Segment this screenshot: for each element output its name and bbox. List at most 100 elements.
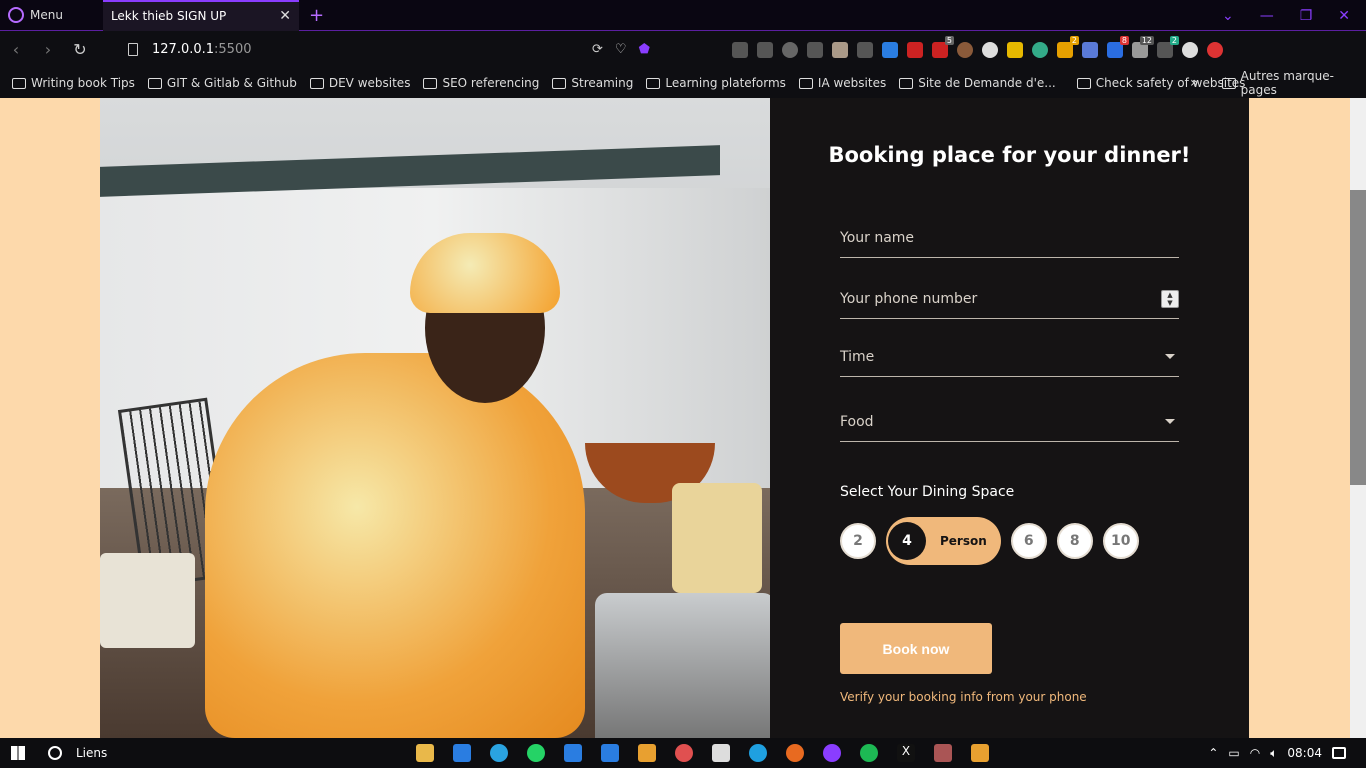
spotify-icon[interactable] xyxy=(860,744,878,762)
download-icon[interactable] xyxy=(757,41,773,58)
folder-icon xyxy=(309,77,324,89)
phone-input[interactable] xyxy=(840,290,1140,307)
file-explorer-icon[interactable] xyxy=(416,744,434,762)
bookmark-folder[interactable]: GIT & Gitlab & Github xyxy=(147,76,297,90)
dining-option-10[interactable]: 10 xyxy=(1102,523,1139,559)
app-icon[interactable] xyxy=(934,744,952,762)
screen: Menu Lekk thieb SIGN UP ✕ + ⌄ — ❐ ✕ ‹ › … xyxy=(0,0,1366,768)
folder-icon xyxy=(552,77,567,89)
windows-logo-icon xyxy=(11,746,25,760)
opera-gx-icon[interactable] xyxy=(823,744,841,762)
vpn-shield-icon[interactable]: ⬟ xyxy=(639,42,650,57)
back-icon[interactable]: ‹ xyxy=(0,40,32,59)
x-icon[interactable]: X xyxy=(897,744,915,762)
extension-icon-8[interactable] xyxy=(1082,41,1098,58)
bookmarks-bar: Writing book Tips GIT & Gitlab & Github … xyxy=(0,68,1366,98)
git-client-icon[interactable] xyxy=(638,744,656,762)
app-icon[interactable] xyxy=(675,744,693,762)
page-info-icon[interactable] xyxy=(128,43,138,56)
pocket-extension-icon[interactable] xyxy=(732,41,748,58)
close-window-icon[interactable]: ✕ xyxy=(1338,8,1350,24)
browser-tab-active[interactable]: Lekk thieb SIGN UP ✕ xyxy=(102,0,299,31)
browser-menu-button[interactable]: Menu xyxy=(0,0,71,31)
url-field[interactable]: 127.0.0.1:5500 xyxy=(128,42,252,57)
notion-icon[interactable] xyxy=(712,744,730,762)
extension-icon-9[interactable]: 8 xyxy=(1107,35,1129,58)
notification-icon[interactable] xyxy=(1332,747,1346,759)
browser-menu-label: Menu xyxy=(30,8,63,22)
extension-icon-1[interactable] xyxy=(832,41,848,58)
browser-tab-bar: Menu Lekk thieb SIGN UP ✕ + ⌄ — ❐ ✕ xyxy=(0,0,1366,31)
extension-icon-11[interactable] xyxy=(1182,41,1198,58)
dining-space-options: 2 4 Person 6 8 10 xyxy=(840,517,1139,565)
food-select[interactable]: Food xyxy=(840,402,1179,442)
mail-icon[interactable] xyxy=(453,744,471,762)
bookmark-folder[interactable]: Check safety of websites xyxy=(1076,76,1245,90)
name-input[interactable] xyxy=(840,229,1140,246)
bookmark-folder[interactable]: Learning plateforms xyxy=(646,76,786,90)
extension-icon-10[interactable]: 2 xyxy=(1157,35,1179,58)
medium-extension-icon[interactable] xyxy=(782,41,798,58)
todo-icon[interactable] xyxy=(601,744,619,762)
dining-option-6[interactable]: 6 xyxy=(1010,523,1047,559)
bookmark-folder[interactable]: SEO referencing xyxy=(423,76,539,90)
clock[interactable]: 08:04 xyxy=(1287,746,1322,760)
taskbar-search-label[interactable]: Liens xyxy=(76,746,107,760)
extension-icon-5[interactable] xyxy=(1007,41,1023,58)
reload-icon[interactable]: ↻ xyxy=(64,40,96,59)
favorite-heart-icon[interactable]: ♡ xyxy=(615,42,627,57)
git-client-icon[interactable] xyxy=(971,744,989,762)
firefox-icon[interactable] xyxy=(786,744,804,762)
tray-chevron-icon[interactable]: ⌃ xyxy=(1208,746,1218,760)
other-bookmarks-folder[interactable]: Autres marque-pages xyxy=(1222,68,1366,98)
bookmark-folder[interactable]: Site de Demande d'e... xyxy=(899,76,1056,90)
url-port: :5500 xyxy=(214,42,252,57)
tab-list-chevron-icon[interactable]: ⌄ xyxy=(1222,8,1234,24)
vscode-icon[interactable] xyxy=(564,744,582,762)
forward-icon[interactable]: › xyxy=(32,40,64,59)
minimize-icon[interactable]: — xyxy=(1260,8,1274,24)
extension-icon-2[interactable] xyxy=(857,41,873,58)
bookmark-folder[interactable]: IA websites xyxy=(798,76,886,90)
book-now-button[interactable]: Book now xyxy=(840,623,992,674)
time-select[interactable]: Time xyxy=(840,337,1179,377)
bookmarks-overflow-icon[interactable]: » xyxy=(1190,68,1199,98)
bookmark-label: SEO referencing xyxy=(442,76,540,90)
whatsapp-icon[interactable] xyxy=(527,744,545,762)
translate-icon[interactable]: ⟳ xyxy=(592,42,603,57)
scrollbar-thumb[interactable] xyxy=(1350,190,1366,485)
tab-close-icon[interactable]: ✕ xyxy=(279,8,291,24)
edge-icon[interactable] xyxy=(749,744,767,762)
volume-icon[interactable]: 🔈︎ xyxy=(1270,746,1277,761)
bookmark-folder[interactable]: Writing book Tips xyxy=(12,76,135,90)
restore-icon[interactable]: ❐ xyxy=(1300,8,1313,24)
extension-icon-4[interactable] xyxy=(982,41,998,58)
dining-option-4-selected[interactable]: 4 Person xyxy=(886,517,1001,565)
start-button[interactable] xyxy=(0,738,36,768)
search-icon[interactable] xyxy=(48,746,62,760)
address-bar: ‹ › ↻ 127.0.0.1:5500 ⟳ ♡ ⬟ 5 2 8 12 2 xyxy=(0,31,1366,68)
photo-woman xyxy=(205,353,585,738)
extensions-puzzle-icon[interactable] xyxy=(807,41,823,58)
hd-extension-icon[interactable] xyxy=(907,41,923,58)
selected-option-number: 4 xyxy=(888,522,926,560)
bookmark-folder[interactable]: Streaming xyxy=(552,76,633,90)
telegram-icon[interactable] xyxy=(490,744,508,762)
battery-icon[interactable]: ▭ xyxy=(1228,746,1239,760)
dining-option-8[interactable]: 8 xyxy=(1056,523,1093,559)
gmail-extension-icon[interactable]: 12 xyxy=(1132,35,1154,58)
new-tab-button[interactable]: + xyxy=(309,5,324,26)
cookie-extension-icon[interactable] xyxy=(957,41,973,58)
extension-icon-3[interactable] xyxy=(882,41,898,58)
youtube-extension-icon[interactable] xyxy=(1207,41,1223,58)
phone-field[interactable]: ▲▼ xyxy=(840,279,1179,319)
dining-option-2[interactable]: 2 xyxy=(840,523,876,559)
ublock-extension-icon[interactable]: 5 xyxy=(932,35,954,58)
extension-icon-6[interactable] xyxy=(1032,41,1048,58)
bookmark-folder[interactable]: DEV websites xyxy=(309,76,410,90)
wifi-icon[interactable]: ◠ xyxy=(1250,746,1260,760)
number-spinner-icon[interactable]: ▲ ▼ xyxy=(1161,289,1179,308)
name-field[interactable] xyxy=(840,218,1179,258)
extension-icon-7[interactable]: 2 xyxy=(1057,35,1079,58)
system-tray: ⌃ ▭ ◠ 🔈︎ 08:04 xyxy=(1208,738,1366,768)
